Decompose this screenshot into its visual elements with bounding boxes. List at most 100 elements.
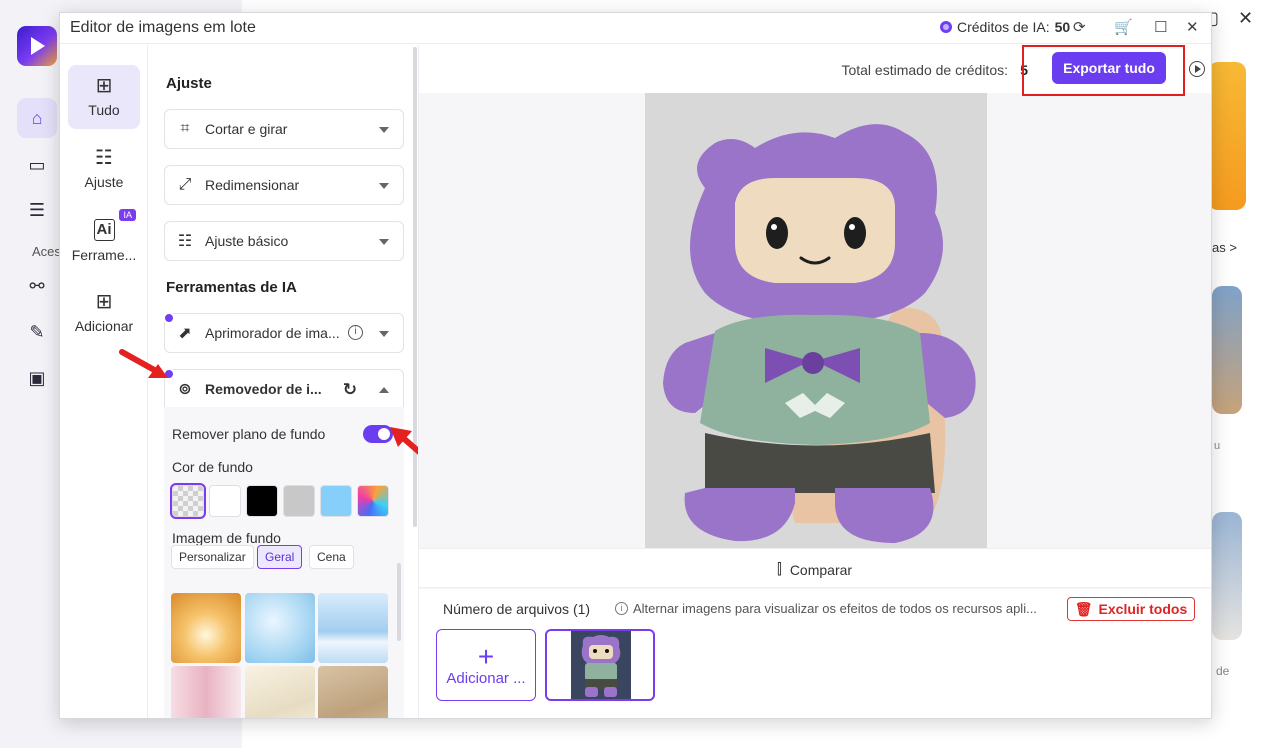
background-thumbnail[interactable] xyxy=(171,666,241,718)
refresh-icon[interactable]: ⟳ xyxy=(1073,18,1086,36)
crop-rotate-icon: ⌗ xyxy=(180,120,190,137)
chevron-down-icon xyxy=(379,127,389,133)
compare-label: Comparar xyxy=(789,561,853,578)
info-icon: i xyxy=(615,602,628,615)
info-icon[interactable]: i xyxy=(348,325,363,340)
ai-tools-icon: Ai xyxy=(93,219,115,241)
thumbnails-scrollbar[interactable] xyxy=(397,563,401,641)
edit-icon[interactable]: ✎ xyxy=(17,312,57,352)
ai-credit-icon xyxy=(163,312,175,324)
tab-scene[interactable]: Cena xyxy=(309,545,354,569)
add-file-button[interactable]: + Adicionar ... xyxy=(436,629,536,701)
file-thumbnail-image xyxy=(571,631,631,699)
ai-credits-value: 50 xyxy=(1054,19,1071,35)
tool-resize[interactable]: ⤢ Redimensionar xyxy=(164,165,404,205)
background-thumbnail[interactable] xyxy=(1212,512,1242,640)
plus-icon: + xyxy=(477,640,495,672)
sliders-icon: ☷ xyxy=(95,147,113,169)
play-icon[interactable] xyxy=(1189,61,1205,77)
background-link[interactable]: as > xyxy=(1212,240,1237,255)
tool-background-remover[interactable]: ⊚ Removedor de i... ↻ xyxy=(163,368,404,409)
rail-item-label: Adicionar xyxy=(74,318,134,334)
remove-background-label: Remover plano de fundo xyxy=(172,426,326,442)
compare-button[interactable]: ⫿ Comparar xyxy=(777,561,852,578)
ai-credits-label: Créditos de IA: xyxy=(957,19,1050,35)
swatch-light-blue[interactable] xyxy=(320,485,352,517)
background-section-label: Aces xyxy=(32,244,61,259)
preview-area: Total estimado de créditos: 5 Exportar t… xyxy=(418,45,1211,718)
rail-item-label: Ajuste xyxy=(84,174,124,190)
document-icon[interactable]: ☰ xyxy=(17,190,57,230)
rail-item-add[interactable]: ⊞ Adicionar xyxy=(68,281,140,345)
tool-basic-adjust[interactable]: ☷ Ajuste básico xyxy=(164,221,404,261)
delete-all-button[interactable]: 🗑 Excluir todos xyxy=(1067,597,1195,621)
chevron-down-icon xyxy=(379,331,389,337)
dialog-titlebar: Editor de imagens em lote Créditos de IA… xyxy=(60,13,1211,44)
background-snippet: u xyxy=(1214,440,1221,452)
settings-panel: Ajuste ⌗ Cortar e girar ⤢ Redimensionar … xyxy=(149,45,417,718)
rail-item-all[interactable]: ⊞ Tudo xyxy=(68,65,140,129)
home-icon[interactable]: ⌂ xyxy=(17,98,57,138)
compare-bar: ⫿ Comparar xyxy=(419,548,1211,588)
tool-crop-rotate[interactable]: ⌗ Cortar e girar xyxy=(164,109,404,149)
background-banner xyxy=(1208,62,1246,210)
background-thumbnail[interactable] xyxy=(245,666,315,718)
cart-icon[interactable]: 🛒 xyxy=(1114,18,1133,36)
category-rail: ⊞ Tudo ☷ Ajuste IA Ai Ferrame... ⊞ Adici… xyxy=(60,45,148,718)
tool-image-enhancer[interactable]: ⬈ Aprimorador de ima... i xyxy=(163,312,404,353)
reset-icon[interactable]: ↻ xyxy=(343,380,357,400)
swatch-transparent[interactable] xyxy=(170,483,206,519)
chevron-down-icon xyxy=(379,239,389,245)
annotation-arrow xyxy=(119,349,168,378)
ai-credits: Créditos de IA: 50 xyxy=(940,19,1070,35)
maximize-icon[interactable]: ☐ xyxy=(1154,18,1167,36)
tool-label: Removedor de i... xyxy=(205,381,322,397)
chevron-up-icon xyxy=(379,387,389,393)
rail-item-label: Ferrame... xyxy=(71,247,137,263)
hint-text: i Alternar imagens para visualizar os ef… xyxy=(615,601,1037,616)
swatch-white[interactable] xyxy=(209,485,241,517)
close-icon[interactable]: ✕ xyxy=(1186,18,1199,36)
trash-icon: 🗑 xyxy=(1074,600,1093,617)
background-thumbnail[interactable] xyxy=(171,593,241,663)
ai-credit-icon xyxy=(940,21,952,33)
files-count: Número de arquivos (1) xyxy=(443,601,591,617)
swatch-gray[interactable] xyxy=(283,485,315,517)
tab-general[interactable]: Geral xyxy=(257,545,303,569)
background-thumbnail[interactable] xyxy=(318,666,388,718)
tool-label: Ajuste básico xyxy=(205,233,289,249)
rail-item-ai-tools[interactable]: IA Ai Ferrame... xyxy=(68,209,140,273)
swatch-custom-gradient[interactable] xyxy=(357,485,389,517)
image-preview-canvas[interactable] xyxy=(645,93,987,548)
app-logo xyxy=(17,26,57,66)
plush-toy-image xyxy=(663,124,976,543)
tool-label: Redimensionar xyxy=(205,177,300,193)
background-snippet: de xyxy=(1216,664,1230,678)
sliders-icon: ☷ xyxy=(177,233,193,250)
background-thumbnail[interactable] xyxy=(1212,286,1242,414)
link-icon[interactable]: ⚯ xyxy=(17,266,57,306)
rail-item-adjust[interactable]: ☷ Ajuste xyxy=(68,137,140,201)
export-all-button[interactable]: Exportar tudo xyxy=(1052,52,1166,84)
tool-label: Cortar e girar xyxy=(205,121,288,137)
ia-badge: IA xyxy=(119,209,136,221)
file-thumbnail[interactable] xyxy=(545,629,655,701)
files-area: Número de arquivos (1) i Alternar imagen… xyxy=(419,589,1211,718)
plus-square-icon: ⊞ xyxy=(95,291,113,313)
background-remover-icon: ⊚ xyxy=(178,381,192,398)
preview-topbar: Total estimado de créditos: 5 Exportar t… xyxy=(419,45,1211,96)
background-thumbnail[interactable] xyxy=(318,593,388,663)
media-icon[interactable]: ▣ xyxy=(17,358,57,398)
background-thumbnail[interactable] xyxy=(245,593,315,663)
swatch-black[interactable] xyxy=(246,485,278,517)
background-image-label: Imagem de fundo xyxy=(172,530,281,546)
delete-all-label: Excluir todos xyxy=(1098,601,1188,617)
compare-icon: ⫿ xyxy=(777,561,782,578)
hint-label: Alternar imagens para visualizar os efei… xyxy=(633,601,1037,616)
toolbox-icon[interactable]: ▭ xyxy=(17,145,57,185)
close-icon[interactable]: ✕ xyxy=(1238,8,1253,29)
batch-image-editor-dialog: Editor de imagens em lote Créditos de IA… xyxy=(59,12,1212,719)
resize-icon: ⤢ xyxy=(178,176,192,193)
tab-custom[interactable]: Personalizar xyxy=(171,545,254,569)
grid-icon: ⊞ xyxy=(95,75,113,97)
